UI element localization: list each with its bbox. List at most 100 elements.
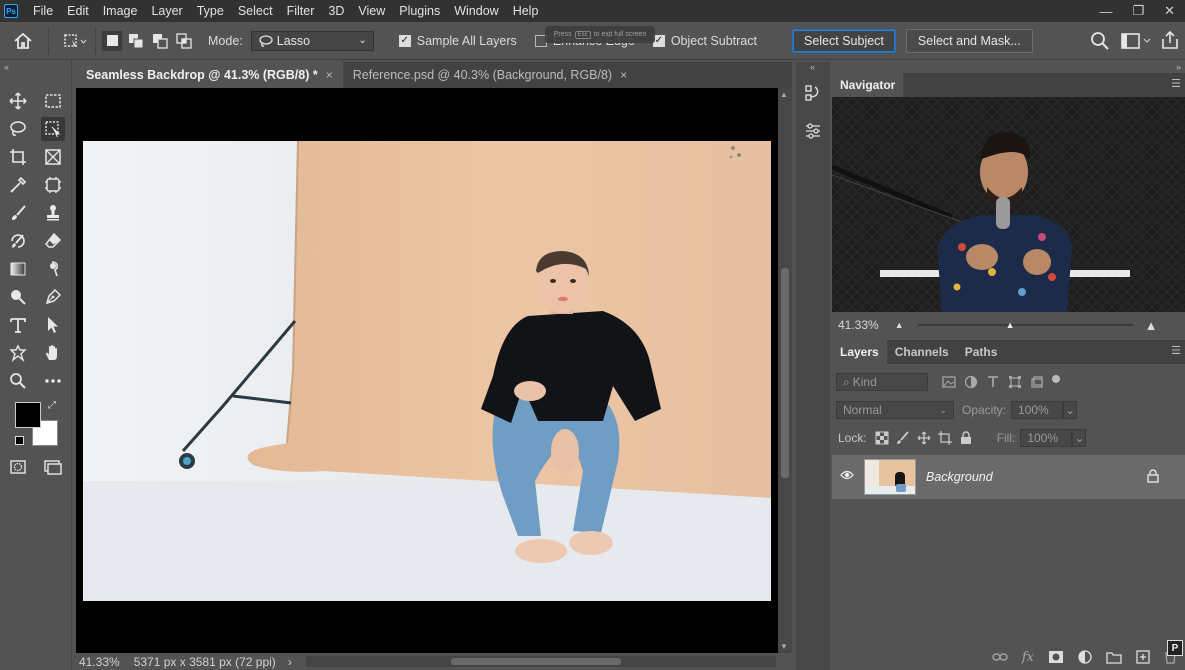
fill-chevron-icon[interactable]: ⌄ [1072,429,1087,447]
marquee-tool-icon[interactable] [41,89,65,113]
select-and-mask-button[interactable]: Select and Mask... [905,28,1033,53]
mode-dropdown[interactable]: Lasso ⌄ [250,30,374,51]
navigator-zoom-value[interactable]: 41.33% [838,318,879,332]
zoom-slider[interactable]: ▲ [917,320,1133,330]
link-layers-icon[interactable] [992,651,1008,663]
tab-seamless-backdrop[interactable]: Seamless Backdrop @ 41.3% (RGB/8) * × [76,62,343,88]
foreground-color-swatch[interactable] [15,402,41,428]
pen-tool-icon[interactable] [41,285,65,309]
menu-help[interactable]: Help [506,4,546,18]
custom-shape-tool-icon[interactable] [6,341,30,365]
sample-all-layers-checkbox[interactable]: ✓ Sample All Layers [398,34,517,48]
default-colors-icon[interactable] [15,436,24,445]
subtract-from-selection-button[interactable] [150,31,170,51]
status-menu-icon[interactable]: › [288,655,292,669]
menu-image[interactable]: Image [96,4,145,18]
brush-tool-icon[interactable] [6,201,30,225]
close-tab-icon[interactable]: × [620,68,627,82]
spot-healing-tool-icon[interactable] [41,173,65,197]
more-tools-icon[interactable] [41,369,65,393]
new-group-icon[interactable] [1106,651,1122,664]
layer-name[interactable]: Background [926,470,993,484]
filter-toggle-icon[interactable] [1052,375,1060,383]
adjustment-layer-filter-icon[interactable] [964,375,978,389]
restore-button[interactable]: ❐ [1132,3,1144,19]
plugin-icon[interactable]: P [1167,640,1183,656]
menu-plugins[interactable]: Plugins [392,4,447,18]
add-mask-icon[interactable] [1048,650,1064,664]
expand-panels-icon[interactable]: » [1176,62,1181,72]
lock-transparent-pixels-icon[interactable] [875,431,889,445]
scroll-down-icon[interactable]: ▼ [780,642,788,651]
menu-view[interactable]: View [351,4,392,18]
dodge-tool-icon[interactable] [6,285,30,309]
tab-reference[interactable]: Reference.psd @ 40.3% (Background, RGB/8… [343,62,637,88]
panel-menu-icon[interactable]: ☰ [1171,344,1181,357]
gradient-tool-icon[interactable] [6,257,30,281]
type-layer-filter-icon[interactable] [986,375,1000,389]
tab-channels[interactable]: Channels [887,340,957,364]
smudge-tool-icon[interactable] [41,257,65,281]
blend-mode-dropdown[interactable]: Normal ⌄ [836,401,954,419]
opacity-field[interactable]: 100% [1011,401,1064,419]
history-brush-tool-icon[interactable] [6,229,30,253]
document-image[interactable] [83,141,771,601]
layer-kind-filter[interactable]: ⌕ Kind [836,373,928,391]
panel-menu-icon[interactable]: ☰ [1171,77,1181,90]
menu-type[interactable]: Type [190,4,231,18]
share-icon[interactable] [1160,30,1180,50]
collapse-panels-icon[interactable]: « [810,62,815,72]
new-layer-icon[interactable] [1136,650,1150,664]
shape-layer-filter-icon[interactable] [1008,375,1022,389]
zoom-out-icon[interactable]: ▲ [895,320,904,330]
close-window-button[interactable]: ✕ [1164,3,1175,19]
menu-file[interactable]: File [26,4,60,18]
new-selection-button[interactable] [102,30,122,51]
pixel-layer-filter-icon[interactable] [942,375,956,389]
menu-window[interactable]: Window [447,4,505,18]
add-to-selection-button[interactable] [126,31,146,51]
menu-edit[interactable]: Edit [60,4,96,18]
object-selection-tool-icon[interactable] [41,117,65,141]
eyedropper-tool-icon[interactable] [6,173,30,197]
minimize-button[interactable]: — [1099,4,1112,19]
swap-colors-icon[interactable]: ⤢ [48,400,56,411]
frame-tool-icon[interactable] [41,145,65,169]
lock-all-icon[interactable] [959,431,973,445]
tab-navigator[interactable]: Navigator [832,73,904,97]
tab-paths[interactable]: Paths [957,340,1006,364]
lock-position-icon[interactable] [917,431,931,445]
eraser-tool-icon[interactable] [41,229,65,253]
vertical-scrollbar[interactable]: ▲ ▼ [778,88,792,653]
close-tab-icon[interactable]: × [326,68,333,82]
hand-tool-icon[interactable] [41,341,65,365]
select-subject-button[interactable]: Select Subject [791,28,896,53]
scroll-up-icon[interactable]: ▲ [780,90,788,99]
home-icon[interactable] [12,30,34,52]
scroll-thumb[interactable] [451,658,621,665]
zoom-slider-handle[interactable]: ▲ [1006,320,1015,330]
navigator-preview[interactable] [832,97,1185,312]
collapse-toolbar-icon[interactable]: « [4,62,9,72]
adjustments-icon[interactable] [802,120,824,142]
canvas[interactable] [76,88,778,653]
smart-object-filter-icon[interactable] [1030,375,1044,389]
screen-mode-icon[interactable] [41,455,65,479]
menu-filter[interactable]: Filter [280,4,322,18]
menu-select[interactable]: Select [231,4,280,18]
eye-icon[interactable] [840,469,854,484]
workspace-icon[interactable] [1120,31,1152,51]
lock-artboard-icon[interactable] [937,431,952,445]
intersect-selection-button[interactable] [174,31,194,51]
lock-image-pixels-icon[interactable] [896,431,910,445]
status-zoom[interactable]: 41.33% [79,655,120,669]
menu-3d[interactable]: 3D [321,4,351,18]
path-selection-tool-icon[interactable] [41,313,65,337]
opacity-chevron-icon[interactable]: ⌄ [1063,401,1078,419]
zoom-tool-icon[interactable] [6,369,30,393]
zoom-in-icon[interactable]: ▲ [1145,318,1158,333]
scroll-thumb[interactable] [781,268,789,478]
history-icon[interactable] [802,82,824,104]
tool-preset-icon[interactable] [63,30,87,52]
layer-style-icon[interactable]: fx [1022,650,1034,665]
